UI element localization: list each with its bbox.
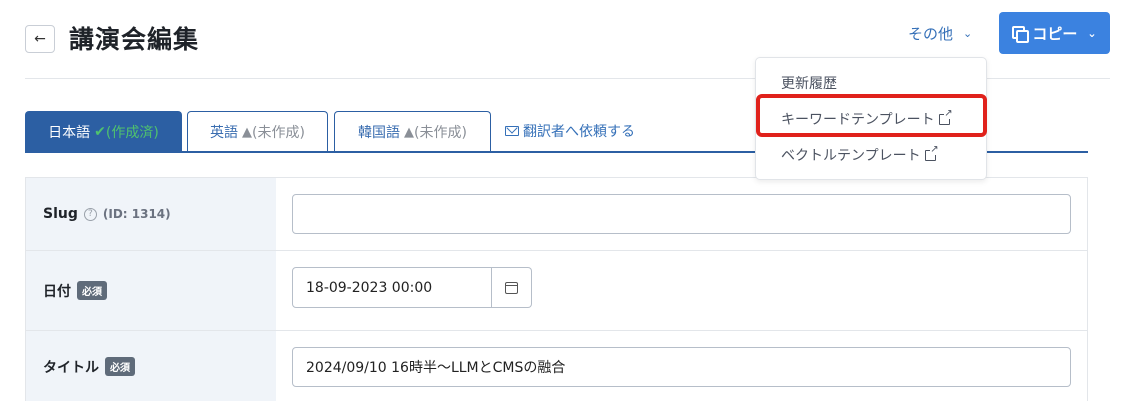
arrow-left-icon: ← [34, 31, 46, 47]
tab-label: 日本語 [48, 125, 91, 141]
back-button[interactable]: ← [25, 25, 55, 53]
date-label: 日付 [43, 283, 71, 300]
calendar-icon [505, 281, 518, 294]
warning-icon: ▲ [242, 124, 253, 140]
required-badge: 必須 [77, 281, 107, 300]
help-icon[interactable]: ? [83, 207, 97, 221]
required-badge: 必須 [105, 357, 135, 376]
slug-input[interactable] [292, 194, 1071, 234]
warning-icon: ▲ [404, 124, 415, 140]
menu-item-vector-template[interactable]: ベクトルテンプレート [781, 144, 939, 165]
request-translator-label: 翻訳者へ依頼する [523, 124, 635, 140]
form-label-cell: タイトル 必須 [26, 331, 276, 401]
tab-korean[interactable]: 韓国語 ▲ (未作成) [334, 111, 491, 152]
form-row-title: タイトル 必須 2024/09/10 16時半〜LLMとCMSの融合 [26, 331, 1087, 401]
highlight-box [756, 94, 987, 137]
edit-form: Slug ? (ID: 1314) 日付 必須 18-09-2023 00:00… [25, 177, 1088, 401]
menu-item-label: 更新履歴 [781, 76, 837, 92]
page-title: 講演会編集 [69, 25, 200, 54]
slug-label: Slug [43, 206, 78, 222]
copy-button[interactable]: コピー ⌄ [999, 12, 1110, 54]
tab-label: 韓国語 [358, 125, 401, 141]
tab-japanese[interactable]: 日本語 ✔ (作成済) [25, 111, 182, 152]
title-label: タイトル [43, 359, 99, 376]
calendar-button[interactable] [492, 267, 532, 308]
title-input[interactable]: 2024/09/10 16時半〜LLMとCMSの融合 [292, 347, 1071, 387]
other-menu-toggle[interactable]: その他 ⌄ [908, 23, 972, 44]
menu-item-label: ベクトルテンプレート [781, 148, 921, 164]
check-icon: ✔ [94, 124, 106, 140]
date-input[interactable]: 18-09-2023 00:00 [292, 267, 492, 308]
tab-status: (未作成) [252, 125, 305, 141]
request-translator-link[interactable]: 翻訳者へ依頼する [505, 121, 635, 141]
other-menu-label: その他 [908, 25, 954, 43]
form-label-cell: Slug ? (ID: 1314) [26, 178, 276, 250]
chevron-down-icon: ⌄ [1087, 26, 1097, 40]
tab-status: (作成済) [105, 125, 159, 141]
menu-item-history[interactable]: 更新履歴 [781, 73, 837, 93]
chevron-down-icon: ⌄ [963, 27, 973, 40]
copy-icon [1012, 26, 1030, 43]
tab-label: 英語 [210, 125, 239, 141]
form-row-date: 日付 必須 18-09-2023 00:00 [26, 251, 1087, 331]
tab-status: (未作成) [414, 125, 467, 141]
tab-english[interactable]: 英語 ▲ (未作成) [187, 111, 328, 152]
mail-icon [505, 126, 519, 136]
external-link-icon [924, 144, 939, 161]
copy-button-label: コピー [1032, 24, 1078, 43]
form-row-slug: Slug ? (ID: 1314) [26, 178, 1087, 251]
id-note: (ID: 1314) [102, 207, 171, 221]
form-label-cell: 日付 必須 [26, 251, 276, 330]
